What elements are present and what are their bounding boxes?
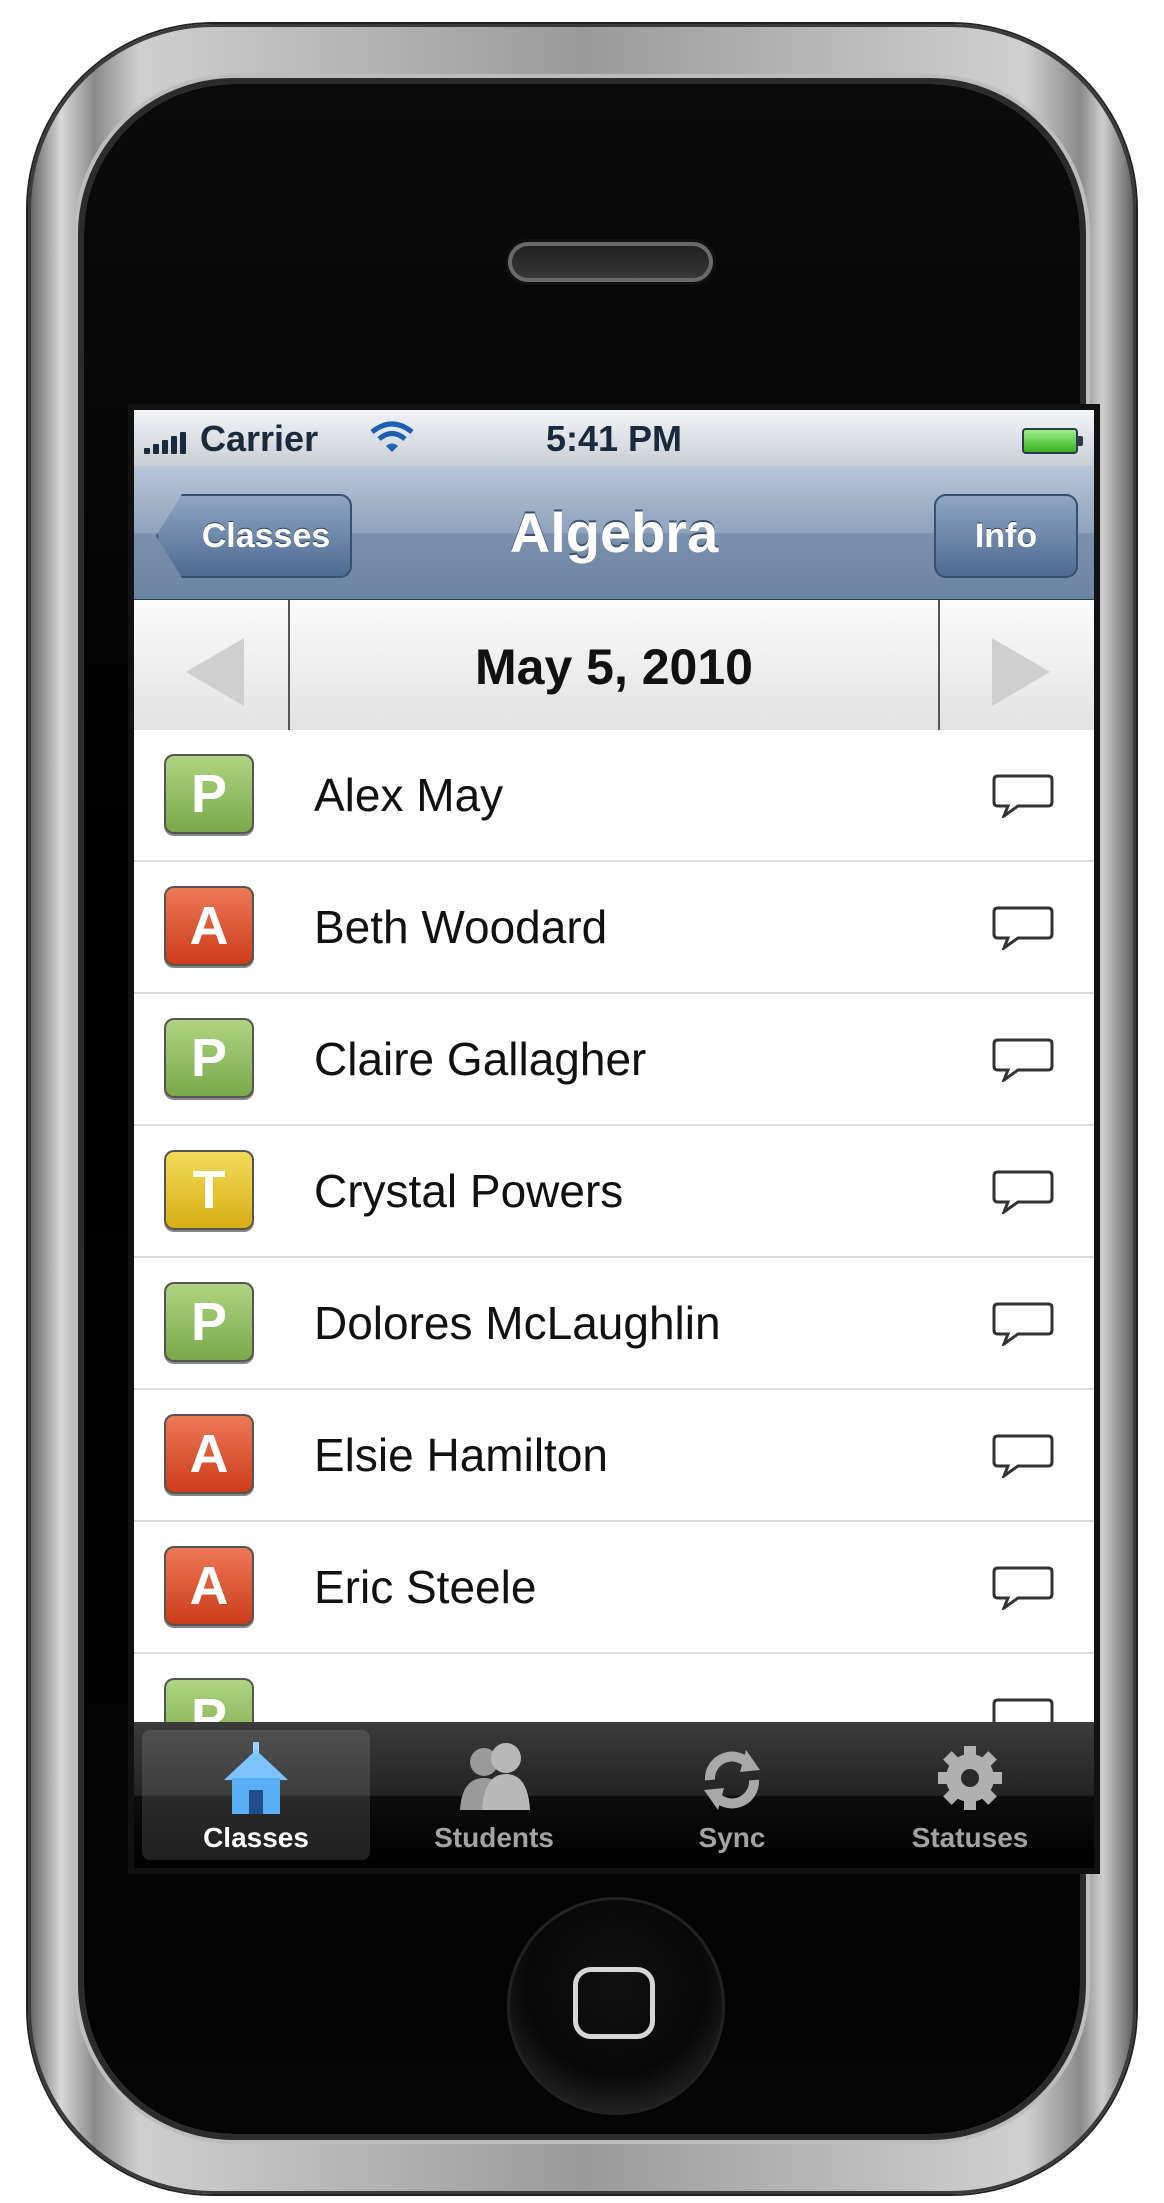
student-name: Crystal Powers [314, 1165, 624, 1217]
student-name: Alex May [314, 769, 504, 821]
schoolhouse-icon [224, 1742, 288, 1814]
list-item[interactable]: A Elsie Hamilton [134, 1390, 1094, 1522]
student-list: P Alex May A Beth Woodard P Claire Galla… [134, 730, 1094, 1786]
student-name: Elsie Hamilton [314, 1429, 608, 1481]
student-name: Dolores McLaughlin [314, 1297, 721, 1349]
sync-icon [704, 1750, 760, 1810]
tab-statuses[interactable]: Statuses [856, 1730, 1084, 1860]
tab-label: Students [434, 1822, 554, 1853]
navigation-bar: Classes Algebra Info [134, 466, 1094, 601]
list-item[interactable]: A Beth Woodard [134, 862, 1094, 994]
student-name: Eric Steele [314, 1561, 537, 1613]
tab-label: Classes [203, 1822, 309, 1853]
right-arrow-icon [992, 638, 1050, 706]
current-date: May 5, 2010 [475, 639, 753, 695]
tab-classes[interactable]: Classes [142, 1730, 370, 1860]
comment-icon[interactable] [992, 774, 1054, 818]
clock: 5:41 PM [545, 418, 683, 459]
list-item[interactable]: P Claire Gallagher [134, 994, 1094, 1126]
tab-sync[interactable]: Sync [618, 1730, 846, 1860]
status-badge[interactable]: A [164, 1546, 254, 1626]
tab-students[interactable]: Students [380, 1730, 608, 1860]
status-badge[interactable]: P [164, 1018, 254, 1098]
status-badge[interactable]: P [164, 754, 254, 834]
tab-label: Sync [698, 1822, 766, 1853]
list-item[interactable]: T Crystal Powers [134, 1126, 1094, 1258]
status-badge[interactable]: P [164, 1282, 254, 1362]
status-badge[interactable]: T [164, 1150, 254, 1230]
gear-icon [938, 1746, 1002, 1810]
status-badge[interactable]: A [164, 886, 254, 966]
list-item[interactable]: P Dolores McLaughlin [134, 1258, 1094, 1390]
comment-icon[interactable] [992, 1566, 1054, 1610]
left-arrow-icon [186, 638, 244, 706]
info-button[interactable]: Info [934, 494, 1078, 578]
student-name: Beth Woodard [314, 901, 608, 953]
comment-icon[interactable] [992, 1302, 1054, 1346]
previous-date-button[interactable] [134, 600, 290, 730]
home-square-icon [573, 1967, 655, 2039]
next-date-button[interactable] [938, 600, 1094, 730]
status-bar: Carrier 5:41 PM [134, 410, 1094, 466]
tab-bar: Classes Students Sync Statuses [134, 1722, 1094, 1868]
tab-label: Statuses [911, 1822, 1029, 1853]
list-item[interactable]: P Alex May [134, 730, 1094, 862]
earpiece-speaker [508, 242, 713, 282]
list-item[interactable]: A Eric Steele [134, 1522, 1094, 1654]
status-badge[interactable]: A [164, 1414, 254, 1494]
comment-icon[interactable] [992, 906, 1054, 950]
battery-icon [1022, 428, 1083, 454]
comment-icon[interactable] [992, 1038, 1054, 1082]
student-name: Claire Gallagher [314, 1033, 647, 1085]
date-selector: May 5, 2010 [134, 600, 1094, 732]
people-icon [460, 1743, 530, 1810]
comment-icon[interactable] [992, 1434, 1054, 1478]
comment-icon[interactable] [992, 1170, 1054, 1214]
app-screen: Carrier 5:41 PM Classes Algebra Info May… [134, 410, 1094, 1868]
